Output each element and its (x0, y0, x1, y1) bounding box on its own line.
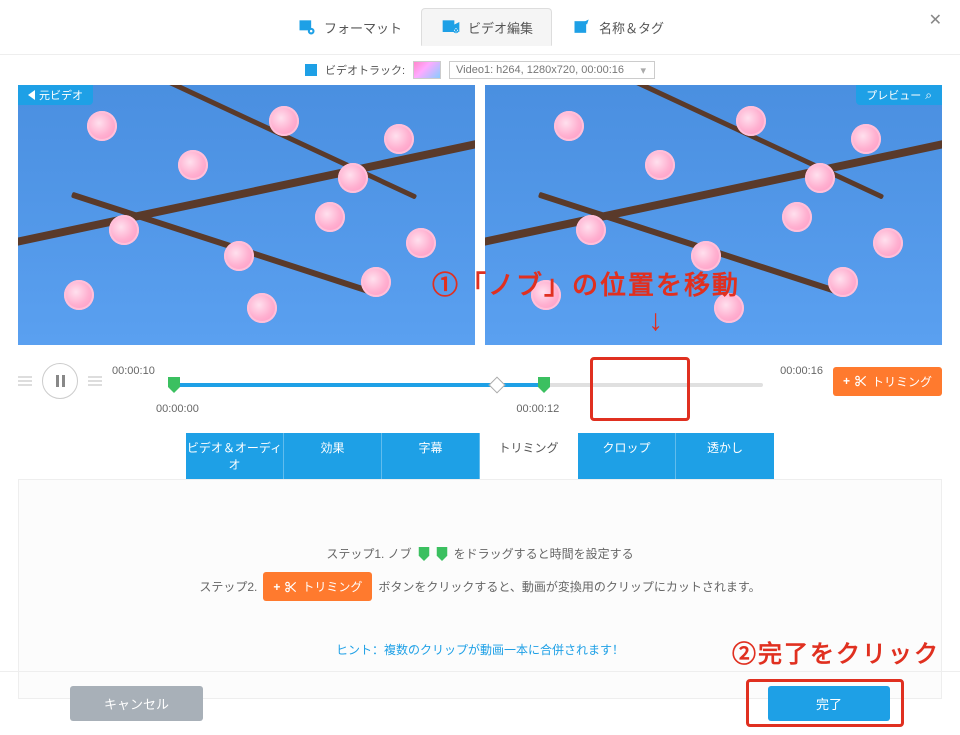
subtab-trim[interactable]: トリミング (480, 433, 578, 479)
knob-right-time: 00:00:12 (516, 403, 559, 415)
tab-label: ビデオ編集 (468, 18, 533, 37)
tab-video-edit[interactable]: ビデオ編集 (421, 8, 552, 46)
knob-icon (436, 547, 448, 561)
trim-knob-right[interactable] (538, 377, 550, 393)
tab-format[interactable]: フォーマット (277, 8, 421, 46)
trim-button-inline: + トリミング (263, 572, 372, 601)
knob-icon (418, 547, 430, 561)
footer-bar: キャンセル 完了 (0, 671, 960, 735)
close-icon[interactable]: ✕ (929, 10, 942, 30)
trim-instruction-panel: ステップ1. ノブ をドラッグすると時間を設定する ステップ2. + トリミング… (18, 479, 942, 699)
timeline[interactable]: 00:00:10 00:00:16 00:00:00 00:00:12 (112, 365, 823, 405)
track-thumbnail (413, 61, 441, 79)
subtab-effect[interactable]: 効果 (284, 433, 382, 479)
preview-video-pane (485, 85, 942, 345)
tab-label: フォーマット (324, 18, 402, 37)
preview-badge[interactable]: プレビュー⌕ (856, 85, 942, 105)
knob-left-time: 00:00:00 (156, 403, 199, 415)
track-icon (305, 64, 317, 76)
grip-icon (88, 376, 102, 386)
pause-button[interactable] (42, 363, 78, 399)
scissors-icon (284, 580, 298, 594)
trim-knob-left[interactable] (168, 377, 180, 393)
top-tab-bar: ✕ フォーマット ビデオ編集 名称＆タグ (0, 0, 960, 55)
ok-button[interactable]: 完了 (768, 686, 890, 721)
time-start: 00:00:10 (112, 365, 155, 377)
source-video-pane (18, 85, 475, 345)
hint-text: ヒント：複数のクリップが動画一本に合併されます！ (39, 641, 921, 658)
playhead[interactable] (489, 377, 506, 394)
tab-name-tag[interactable]: 名称＆タグ (552, 8, 683, 46)
scissors-icon (854, 374, 868, 388)
subtab-subtitle[interactable]: 字幕 (382, 433, 480, 479)
video-track-row: ビデオトラック: Video1: h264, 1280x720, 00:00:1… (0, 55, 960, 85)
tag-icon (571, 17, 593, 37)
step-2: ステップ2. + トリミング ボタンをクリックすると、動画が変換用のクリップにカ… (39, 572, 921, 601)
edit-sub-tabs: ビデオ＆オーディオ 効果 字幕 トリミング クロップ 透かし (0, 433, 960, 479)
grip-icon (18, 376, 32, 386)
video-track-select[interactable]: Video1: h264, 1280x720, 00:00:16 (449, 61, 655, 79)
subtab-crop[interactable]: クロップ (578, 433, 676, 479)
trim-button[interactable]: + トリミング (833, 367, 942, 396)
subtab-video-audio[interactable]: ビデオ＆オーディオ (186, 433, 284, 479)
magnify-icon: ⌕ (925, 88, 932, 103)
source-badge[interactable]: 元ビデオ (18, 85, 93, 105)
video-edit-icon (440, 17, 462, 37)
step-1: ステップ1. ノブ をドラッグすると時間を設定する (39, 545, 921, 562)
track-label: ビデオトラック: (325, 62, 405, 78)
playback-controls: 00:00:10 00:00:16 00:00:00 00:00:12 + トリ… (0, 345, 960, 409)
tab-label: 名称＆タグ (599, 18, 664, 37)
format-icon (296, 17, 318, 37)
video-preview-row: 元ビデオ プレビュー⌕ (0, 85, 960, 345)
time-end: 00:00:16 (780, 365, 823, 377)
cancel-button[interactable]: キャンセル (70, 686, 203, 721)
subtab-watermark[interactable]: 透かし (676, 433, 774, 479)
